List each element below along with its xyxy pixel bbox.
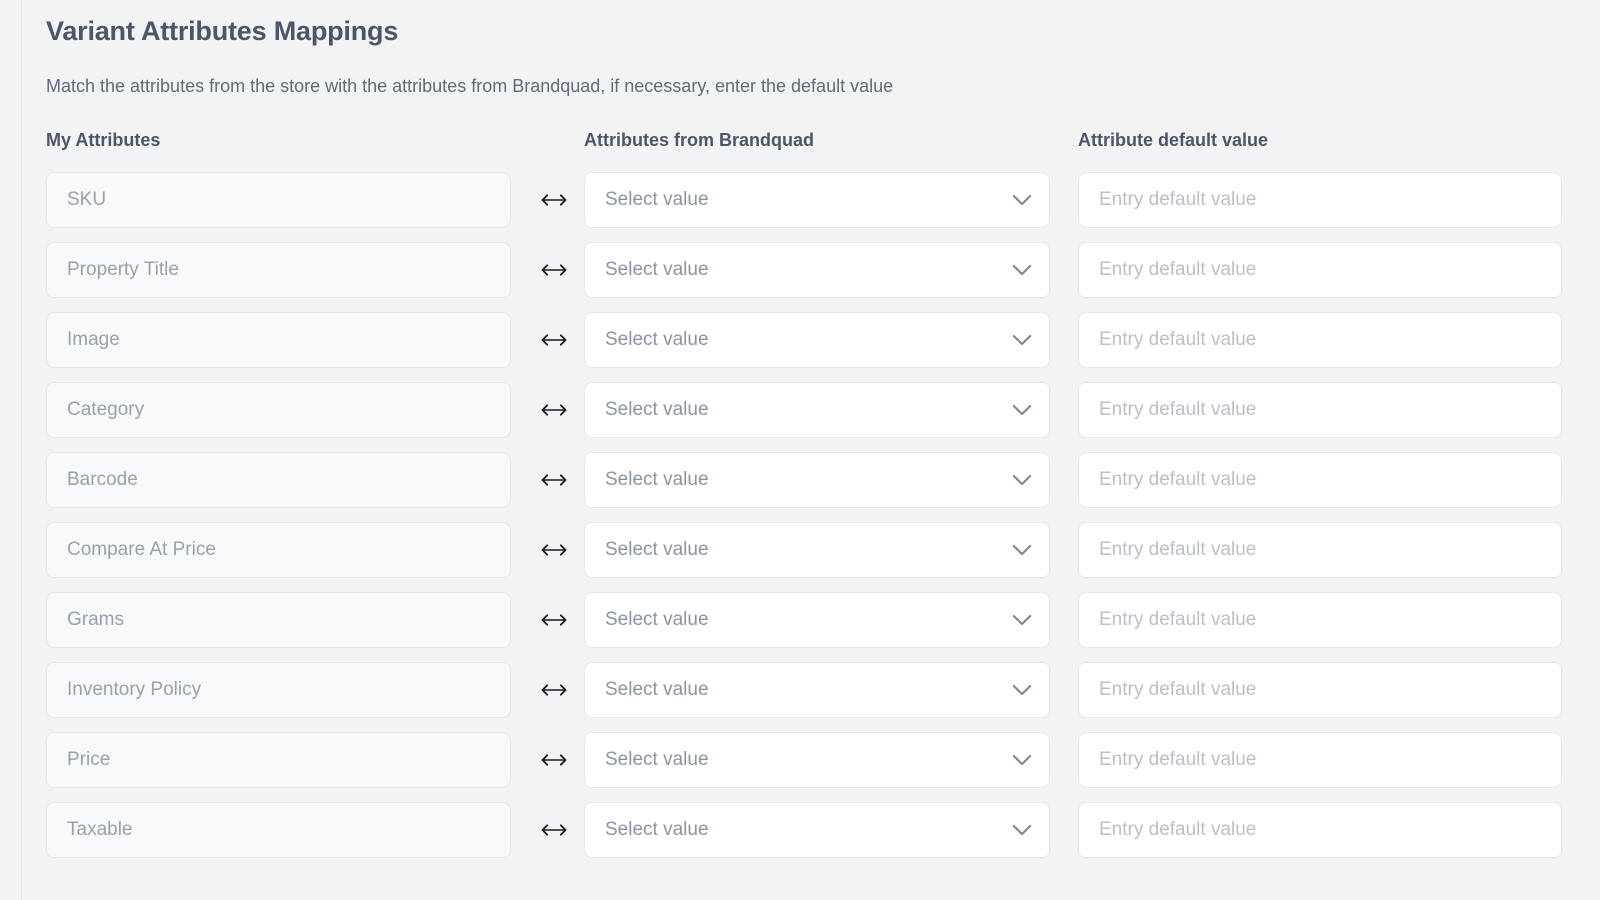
attribute-default-value-input[interactable]: Entry default value (1078, 802, 1562, 858)
my-attribute-field[interactable]: Category (46, 382, 511, 438)
brandquad-attribute-select-value: Select value (605, 609, 709, 630)
swap-horizontal-icon (526, 802, 582, 858)
mapping-row: Image Select value Entry default value (46, 312, 1600, 382)
mapping-row: Grams Select value Entry default value (46, 592, 1600, 662)
attribute-default-value-placeholder: Entry default value (1099, 609, 1257, 630)
chevron-down-icon[interactable] (1011, 609, 1033, 631)
column-header-my-attributes: My Attributes (46, 130, 161, 150)
attribute-default-value-placeholder: Entry default value (1099, 399, 1257, 420)
brandquad-attribute-select[interactable]: Select value (584, 312, 1050, 368)
attribute-default-value-input[interactable]: Entry default value (1078, 522, 1562, 578)
brandquad-attribute-select[interactable]: Select value (584, 382, 1050, 438)
swap-horizontal-icon (526, 172, 582, 228)
column-headers: My Attributes Attributes from Brandquad … (46, 128, 1600, 158)
attribute-default-value-input[interactable]: Entry default value (1078, 312, 1562, 368)
mapping-rows-list: SKU Select value Entry default value Pro… (46, 172, 1600, 872)
chevron-down-icon[interactable] (1011, 749, 1033, 771)
my-attribute-field[interactable]: Image (46, 312, 511, 368)
brandquad-attribute-select[interactable]: Select value (584, 802, 1050, 858)
chevron-down-icon[interactable] (1011, 259, 1033, 281)
attribute-default-value-input[interactable]: Entry default value (1078, 382, 1562, 438)
my-attribute-field[interactable]: Property Title (46, 242, 511, 298)
attribute-default-value-input[interactable]: Entry default value (1078, 242, 1562, 298)
mapping-row: Taxable Select value Entry default value (46, 802, 1600, 872)
my-attribute-label: SKU (67, 189, 107, 210)
my-attribute-field[interactable]: Price (46, 732, 511, 788)
chevron-down-icon[interactable] (1011, 469, 1033, 491)
mapping-row: Inventory Policy Select value Entry defa… (46, 662, 1600, 732)
attribute-default-value-placeholder: Entry default value (1099, 749, 1257, 770)
variant-attributes-mappings-page: Variant Attributes Mappings Match the at… (0, 0, 1600, 900)
chevron-down-icon[interactable] (1011, 679, 1033, 701)
mapping-row: Category Select value Entry default valu… (46, 382, 1600, 452)
column-header-attribute-default-value: Attribute default value (1078, 130, 1269, 150)
my-attribute-label: Barcode (67, 469, 138, 490)
mapping-row: Barcode Select value Entry default value (46, 452, 1600, 522)
attribute-default-value-input[interactable]: Entry default value (1078, 452, 1562, 508)
my-attribute-field[interactable]: Barcode (46, 452, 511, 508)
swap-horizontal-icon (526, 382, 582, 438)
attribute-default-value-placeholder: Entry default value (1099, 819, 1257, 840)
brandquad-attribute-select-value: Select value (605, 329, 709, 350)
page-subtitle: Match the attributes from the store with… (46, 76, 894, 96)
attribute-default-value-input[interactable]: Entry default value (1078, 172, 1562, 228)
my-attribute-field[interactable]: Compare At Price (46, 522, 511, 578)
my-attribute-label: Category (67, 399, 145, 420)
my-attribute-label: Property Title (67, 259, 179, 280)
attribute-default-value-input[interactable]: Entry default value (1078, 592, 1562, 648)
brandquad-attribute-select-value: Select value (605, 469, 709, 490)
attribute-default-value-placeholder: Entry default value (1099, 539, 1257, 560)
swap-horizontal-icon (526, 242, 582, 298)
attribute-default-value-placeholder: Entry default value (1099, 679, 1257, 700)
mapping-row: Property Title Select value Entry defaul… (46, 242, 1600, 312)
brandquad-attribute-select[interactable]: Select value (584, 242, 1050, 298)
attribute-default-value-input[interactable]: Entry default value (1078, 662, 1562, 718)
brandquad-attribute-select-value: Select value (605, 749, 709, 770)
my-attribute-field[interactable]: Taxable (46, 802, 511, 858)
my-attribute-label: Image (67, 329, 120, 350)
mapping-row: Price Select value Entry default value (46, 732, 1600, 802)
chevron-down-icon[interactable] (1011, 189, 1033, 211)
attribute-default-value-placeholder: Entry default value (1099, 189, 1257, 210)
my-attribute-label: Inventory Policy (67, 679, 202, 700)
my-attribute-field[interactable]: Inventory Policy (46, 662, 511, 718)
chevron-down-icon[interactable] (1011, 329, 1033, 351)
swap-horizontal-icon (526, 312, 582, 368)
my-attribute-label: Grams (67, 609, 124, 630)
brandquad-attribute-select-value: Select value (605, 259, 709, 280)
mapping-row: SKU Select value Entry default value (46, 172, 1600, 242)
brandquad-attribute-select-value: Select value (605, 189, 709, 210)
swap-horizontal-icon (526, 732, 582, 788)
brandquad-attribute-select[interactable]: Select value (584, 732, 1050, 788)
my-attribute-label: Taxable (67, 819, 133, 840)
column-header-attributes-from-brandquad: Attributes from Brandquad (584, 130, 815, 150)
my-attribute-label: Price (67, 749, 111, 770)
attribute-default-value-placeholder: Entry default value (1099, 329, 1257, 350)
mapping-row: Compare At Price Select value Entry defa… (46, 522, 1600, 592)
swap-horizontal-icon (526, 592, 582, 648)
brandquad-attribute-select-value: Select value (605, 819, 709, 840)
my-attribute-field[interactable]: SKU (46, 172, 511, 228)
chevron-down-icon[interactable] (1011, 539, 1033, 561)
brandquad-attribute-select-value: Select value (605, 399, 709, 420)
attribute-default-value-placeholder: Entry default value (1099, 259, 1257, 280)
chevron-down-icon[interactable] (1011, 819, 1033, 841)
brandquad-attribute-select-value: Select value (605, 679, 709, 700)
attribute-default-value-placeholder: Entry default value (1099, 469, 1257, 490)
brandquad-attribute-select[interactable]: Select value (584, 172, 1050, 228)
chevron-down-icon[interactable] (1011, 399, 1033, 421)
my-attribute-label: Compare At Price (67, 539, 216, 560)
page-title: Variant Attributes Mappings (46, 16, 399, 46)
brandquad-attribute-select[interactable]: Select value (584, 662, 1050, 718)
brandquad-attribute-select-value: Select value (605, 539, 709, 560)
mappings-panel: Variant Attributes Mappings Match the at… (22, 0, 1600, 900)
brandquad-attribute-select[interactable]: Select value (584, 452, 1050, 508)
brandquad-attribute-select[interactable]: Select value (584, 522, 1050, 578)
swap-horizontal-icon (526, 452, 582, 508)
swap-horizontal-icon (526, 522, 582, 578)
swap-horizontal-icon (526, 662, 582, 718)
brandquad-attribute-select[interactable]: Select value (584, 592, 1050, 648)
attribute-default-value-input[interactable]: Entry default value (1078, 732, 1562, 788)
my-attribute-field[interactable]: Grams (46, 592, 511, 648)
